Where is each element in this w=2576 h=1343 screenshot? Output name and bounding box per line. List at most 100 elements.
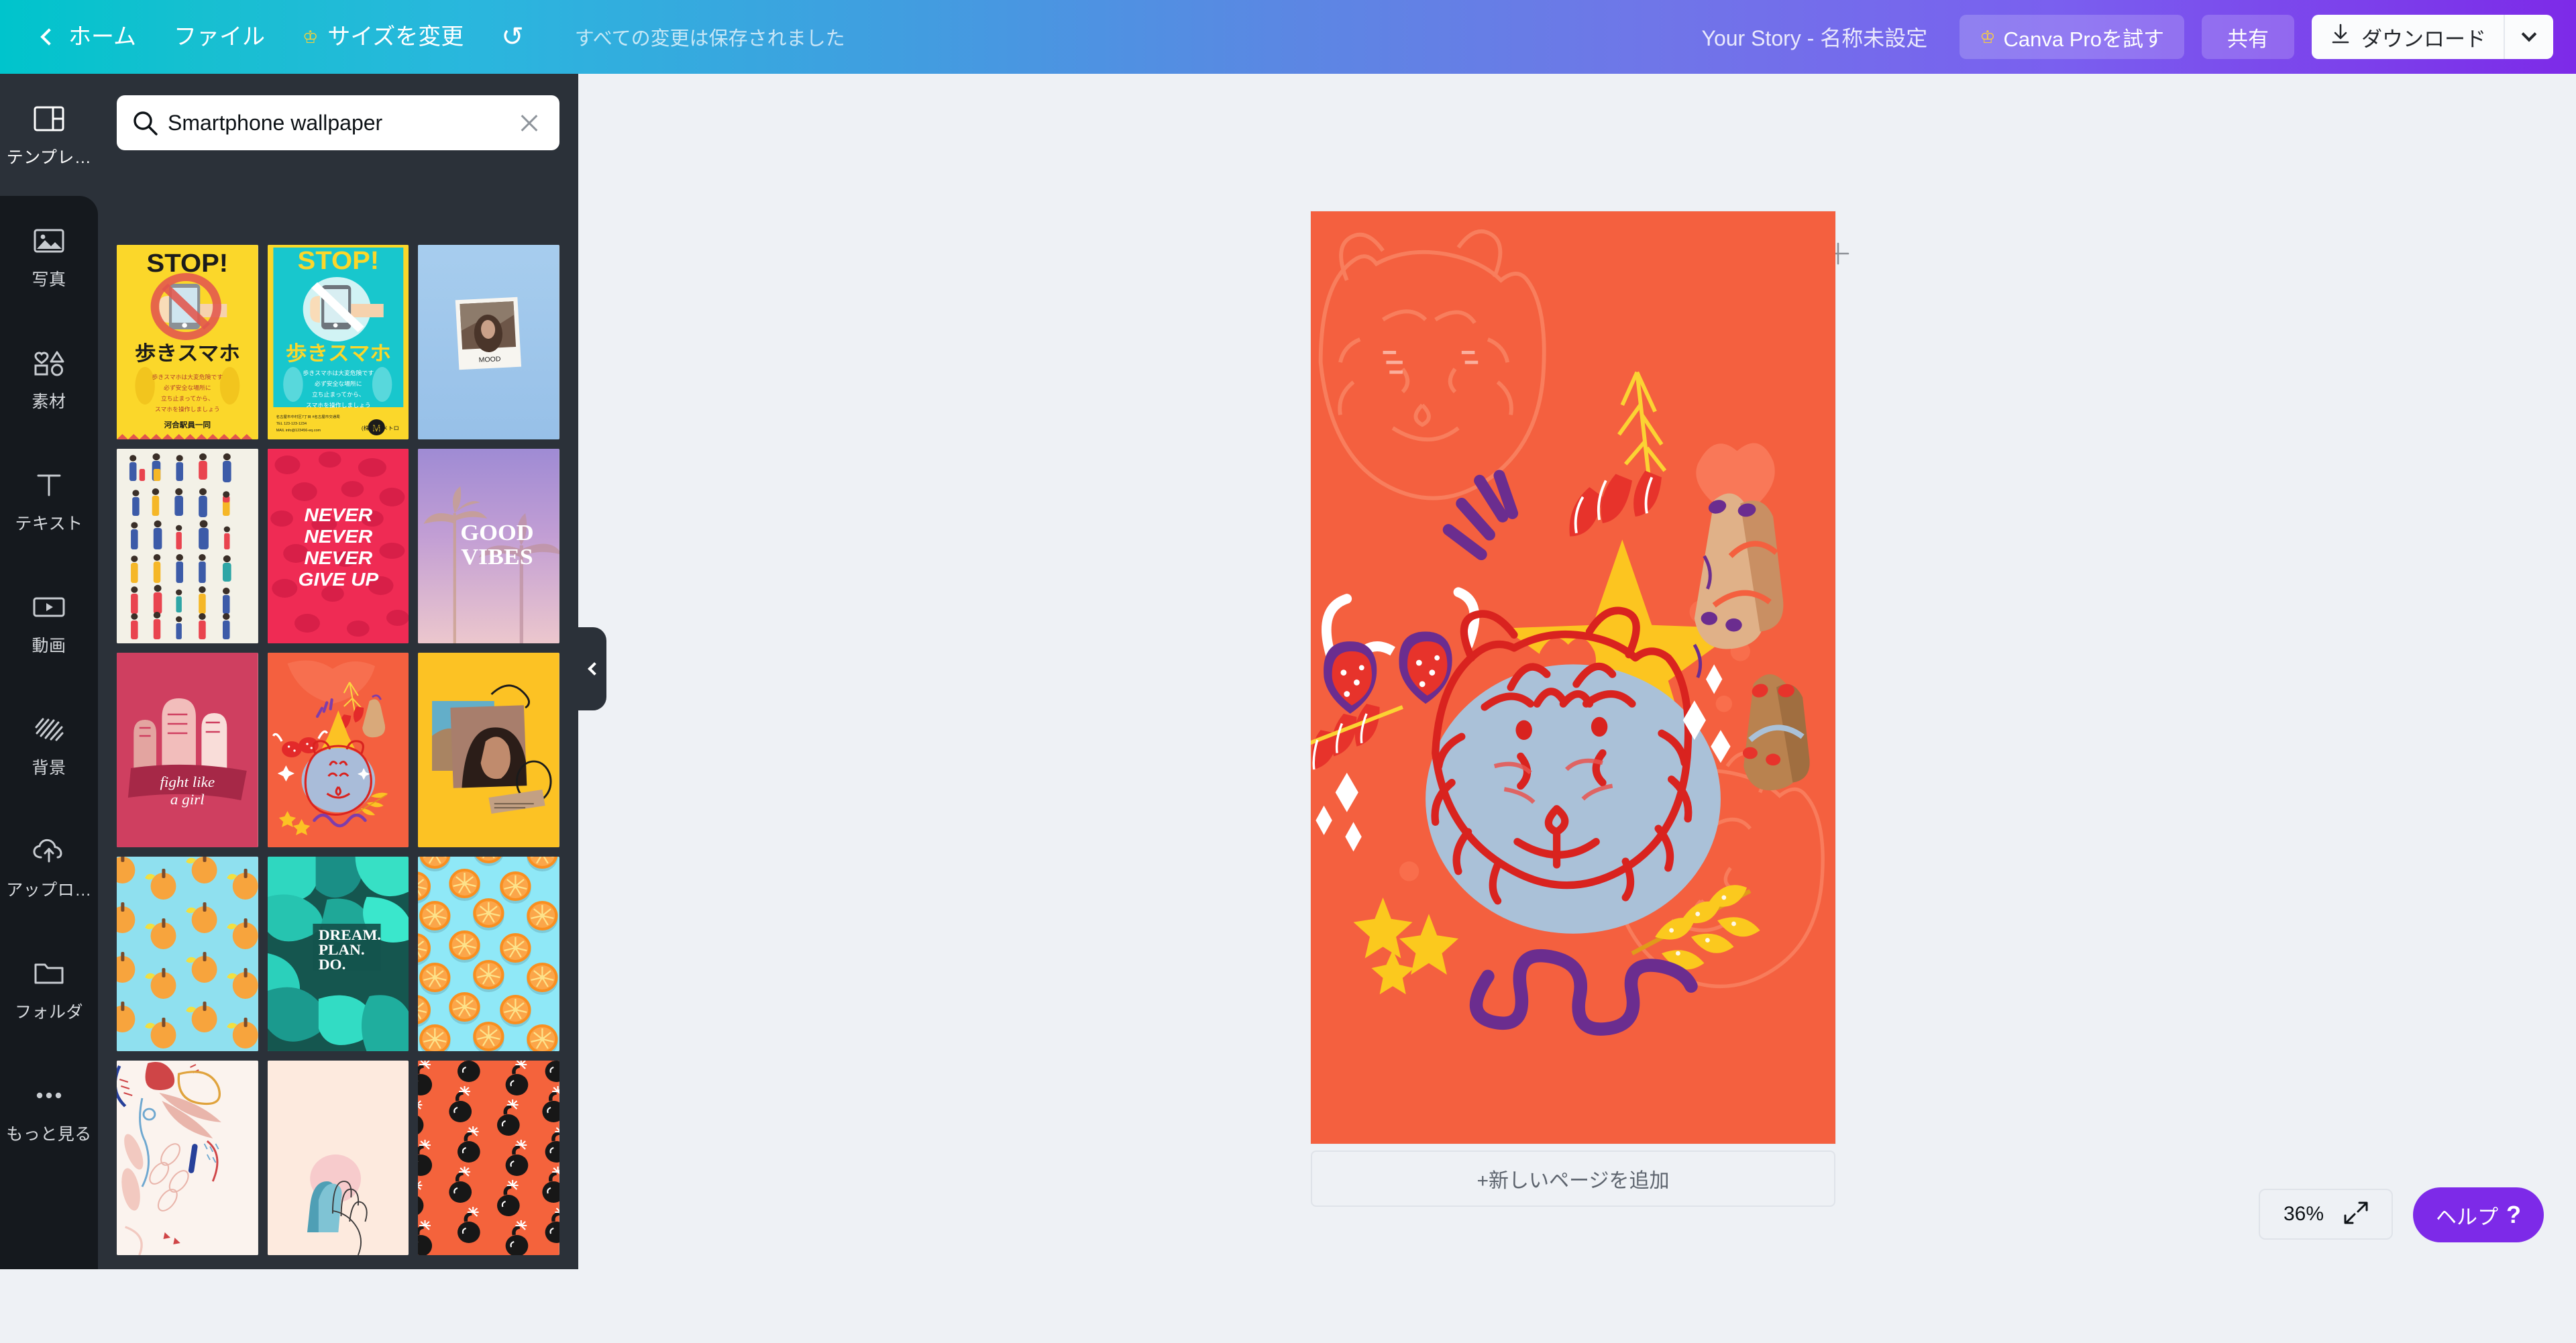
template-card[interactable]	[117, 857, 258, 1051]
sidebar-item-photos[interactable]: 写真	[0, 196, 98, 318]
template-card[interactable]: GOOD VIBES	[418, 449, 559, 643]
sidebar-item-more[interactable]: もっと見る	[0, 1051, 98, 1173]
share-button[interactable]: 共有	[2202, 15, 2294, 59]
template-card[interactable]	[418, 1061, 559, 1255]
svg-text:MAIL info@123456-eq.com: MAIL info@123456-eq.com	[276, 429, 321, 433]
svg-text:fight like: fight like	[160, 774, 215, 790]
svg-text:スマホを操作しましょう: スマホを操作しましょう	[306, 401, 371, 409]
crown-icon: ♔	[302, 27, 319, 47]
sidebar-item-templates[interactable]: テンプレ…	[0, 74, 98, 196]
add-new-page-button[interactable]: +新しいページを追加	[1311, 1150, 1835, 1207]
svg-text:NEVER: NEVER	[304, 548, 372, 569]
zoom-control[interactable]: 36%	[2259, 1189, 2393, 1240]
svg-text:スマホを操作しましょう: スマホを操作しましょう	[155, 405, 220, 413]
resize-button[interactable]: ♔ サイズを変更	[284, 0, 482, 74]
folder-icon	[30, 956, 68, 991]
sidebar-item-label: もっと見る	[6, 1125, 92, 1144]
undo-icon: ↺	[501, 22, 524, 52]
svg-text:名古屋市中村区7丁目 #名古屋市交通局: 名古屋市中村区7丁目 #名古屋市交通局	[276, 414, 339, 419]
help-button[interactable]: ヘルプ ?	[2413, 1187, 2544, 1242]
svg-text:河合駅員一同: 河合駅員一同	[164, 420, 211, 429]
expand-arrows-icon[interactable]	[2344, 1201, 2368, 1228]
template-card[interactable]	[418, 857, 559, 1051]
search-area	[98, 74, 578, 150]
svg-text:歩きスマホ: 歩きスマホ	[135, 342, 240, 365]
sidebar-item-label: テンプレ…	[6, 148, 92, 167]
upload-icon	[30, 834, 68, 869]
template-card[interactable]	[267, 653, 409, 847]
sidebar-item-uploads[interactable]: アップロ…	[0, 806, 98, 928]
sidebar-item-label: 動画	[32, 637, 66, 655]
download-icon	[2330, 23, 2351, 50]
svg-text:TEL 123-123-1234: TEL 123-123-1234	[276, 422, 306, 426]
undo-button[interactable]: ↺	[482, 0, 543, 74]
design-canvas-page[interactable]	[1311, 211, 1835, 1144]
svg-text:必ず安全な場所に: 必ず安全な場所に	[164, 384, 211, 391]
collapse-panel-handle[interactable]	[578, 627, 606, 710]
svg-text:MOOD: MOOD	[479, 356, 501, 364]
download-label: ダウンロード	[2361, 27, 2486, 51]
template-card[interactable]: STOP! 歩きスマホ 歩きスマホは大変危険です 必ず安全な場所に 立ち止まって…	[267, 245, 409, 439]
template-results-grid[interactable]: STOP! 歩きスマホ 歩きスマホは大変危険です 必ず安全な場所に 立ち止まって…	[98, 245, 578, 1343]
sidebar-item-label: アップロ…	[6, 881, 92, 900]
sidebar-item-folders[interactable]: フォルダ	[0, 928, 98, 1051]
help-label: ヘルプ	[2436, 1205, 2498, 1229]
template-card[interactable]	[117, 1061, 258, 1255]
template-card[interactable]: STOP! 歩きスマホ 歩きスマホは大変危険です 必ず安全な場所に 立ち止まって…	[117, 245, 258, 439]
search-input[interactable]	[168, 110, 517, 136]
crown-icon: ♔	[1980, 27, 1996, 47]
try-canva-pro-label: Canva Proを試す	[2003, 27, 2164, 51]
sidebar-item-label: フォルダ	[14, 1003, 83, 1022]
template-card[interactable]: DREAM. PLAN. DO.	[267, 857, 409, 1051]
search-icon	[131, 109, 158, 136]
zoom-level-value: 36%	[2283, 1203, 2324, 1225]
svg-text:DO.: DO.	[318, 957, 345, 973]
svg-text:歩きスマホ: 歩きスマホ	[285, 342, 390, 365]
templates-panel: STOP! 歩きスマホ 歩きスマホは大変危険です 必ず安全な場所に	[98, 74, 578, 1269]
home-label: ホーム	[68, 24, 136, 50]
download-button-group[interactable]: ダウンロード	[2312, 15, 2553, 59]
more-dots-icon	[30, 1078, 68, 1113]
document-title[interactable]: Your Story - 名称未設定	[1687, 21, 1943, 52]
svg-text:GIVE UP: GIVE UP	[298, 570, 378, 590]
template-card[interactable]	[267, 1061, 409, 1255]
save-status-text: すべての変更は保存されました	[574, 28, 845, 50]
download-button[interactable]: ダウンロード	[2312, 15, 2504, 59]
svg-text:NEVER: NEVER	[304, 505, 372, 526]
sidebar-item-background[interactable]: 背景	[0, 684, 98, 806]
home-button[interactable]: ホーム	[24, 0, 155, 74]
photo-icon	[30, 223, 68, 258]
chevron-down-icon	[2521, 26, 2537, 42]
svg-text:必ず安全な場所に: 必ず安全な場所に	[315, 380, 362, 387]
download-dropdown-toggle[interactable]	[2504, 15, 2553, 59]
file-menu-button[interactable]: ファイル	[155, 0, 284, 74]
left-rail: テンプレ… 写真 素材 テキスト 動画 背景 アップロ… フォルダ もっと見る	[0, 74, 98, 1269]
left-rail-items: テンプレ… 写真 素材 テキスト 動画 背景 アップロ… フォルダ もっと見る	[0, 74, 98, 1269]
text-icon	[30, 468, 68, 502]
sidebar-item-elements[interactable]: 素材	[0, 318, 98, 440]
chevron-left-icon	[588, 662, 601, 676]
top-bar-left-group: ホーム ファイル ♔ サイズを変更 ↺ すべての変更は保存されました	[0, 0, 845, 74]
template-card[interactable]	[117, 449, 258, 643]
search-clear-icon[interactable]	[517, 110, 542, 136]
template-card[interactable]: NEVER NEVER NEVER GIVE UP	[267, 449, 409, 643]
search-bar[interactable]	[117, 95, 559, 150]
svg-text:立ち止まってから、: 立ち止まってから、	[312, 390, 365, 398]
svg-text:(株)東京メトロ: (株)東京メトロ	[361, 425, 398, 431]
sidebar-item-label: 写真	[32, 270, 66, 289]
template-card[interactable]	[418, 653, 559, 847]
try-canva-pro-button[interactable]: ♔ Canva Proを試す	[1960, 15, 2184, 59]
share-label: 共有	[2227, 27, 2269, 51]
sidebar-item-label: テキスト	[15, 515, 83, 533]
sidebar-item-text[interactable]: テキスト	[0, 440, 98, 562]
svg-text:a girl: a girl	[170, 792, 205, 808]
sidebar-item-label: 素材	[32, 392, 66, 411]
svg-text:VIBES: VIBES	[462, 544, 533, 570]
top-bar-right-group: Your Story - 名称未設定 ♔ Canva Proを試す 共有 ダウン…	[1687, 0, 2576, 74]
svg-text:GOOD: GOOD	[461, 520, 534, 545]
template-card[interactable]: MOOD	[418, 245, 559, 439]
template-card[interactable]: fight like a girl	[117, 653, 258, 847]
elements-icon	[30, 345, 68, 380]
sidebar-item-video[interactable]: 動画	[0, 562, 98, 684]
svg-text:歩きスマホは大変危険です: 歩きスマホは大変危険です	[152, 373, 223, 380]
